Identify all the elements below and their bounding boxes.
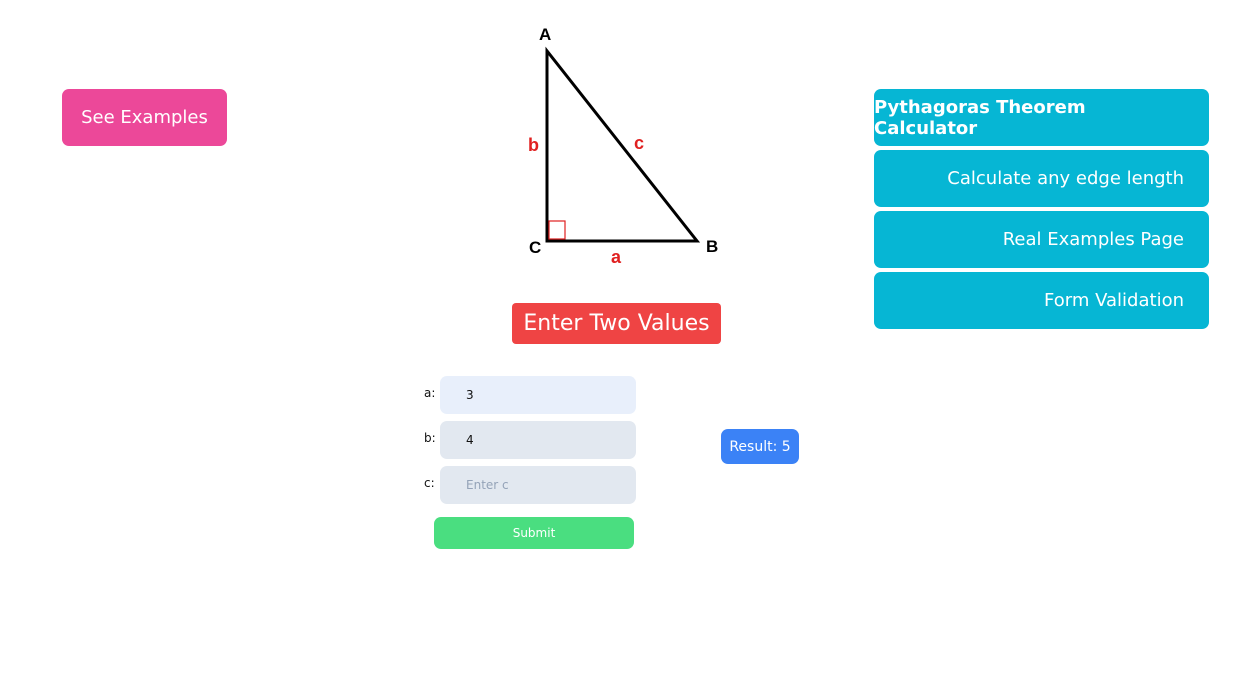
menu-item-pythagoras-calculator[interactable]: Pythagoras Theorem Calculator [874,89,1209,146]
menu-item-calculate-edge-length[interactable]: Calculate any edge length [874,150,1209,207]
label-b: b: [424,431,436,445]
row-c: c: [420,466,650,504]
vertex-c-label: C [529,238,541,257]
see-examples-button[interactable]: See Examples [62,89,227,146]
page: See Examples A C B b c a Enter Two Value… [0,0,1245,685]
triangle-shape [545,46,701,243]
side-c-label: c [634,133,644,153]
menu-item-form-validation[interactable]: Form Validation [874,272,1209,329]
label-c: c: [424,476,435,490]
right-angle-marker [548,220,566,240]
calculator-form: a: b: c: Submit [420,376,650,549]
submit-button[interactable]: Submit [434,517,634,549]
row-a: a: [420,376,650,414]
result-badge: Result: 5 [721,429,799,464]
menu-item-real-examples[interactable]: Real Examples Page [874,211,1209,268]
row-b: b: [420,421,650,459]
input-b[interactable] [440,421,636,459]
input-a[interactable] [440,376,636,414]
enter-two-values-heading: Enter Two Values [512,303,721,344]
side-b-label: b [528,135,539,155]
nav-menu: Pythagoras Theorem Calculator Calculate … [874,89,1209,333]
vertex-b-label: B [706,237,718,256]
triangle-diagram: A C B b c a [528,25,718,267]
label-a: a: [424,386,436,400]
vertex-a-label: A [539,25,551,44]
input-c[interactable] [440,466,636,504]
side-a-label: a [611,247,622,267]
